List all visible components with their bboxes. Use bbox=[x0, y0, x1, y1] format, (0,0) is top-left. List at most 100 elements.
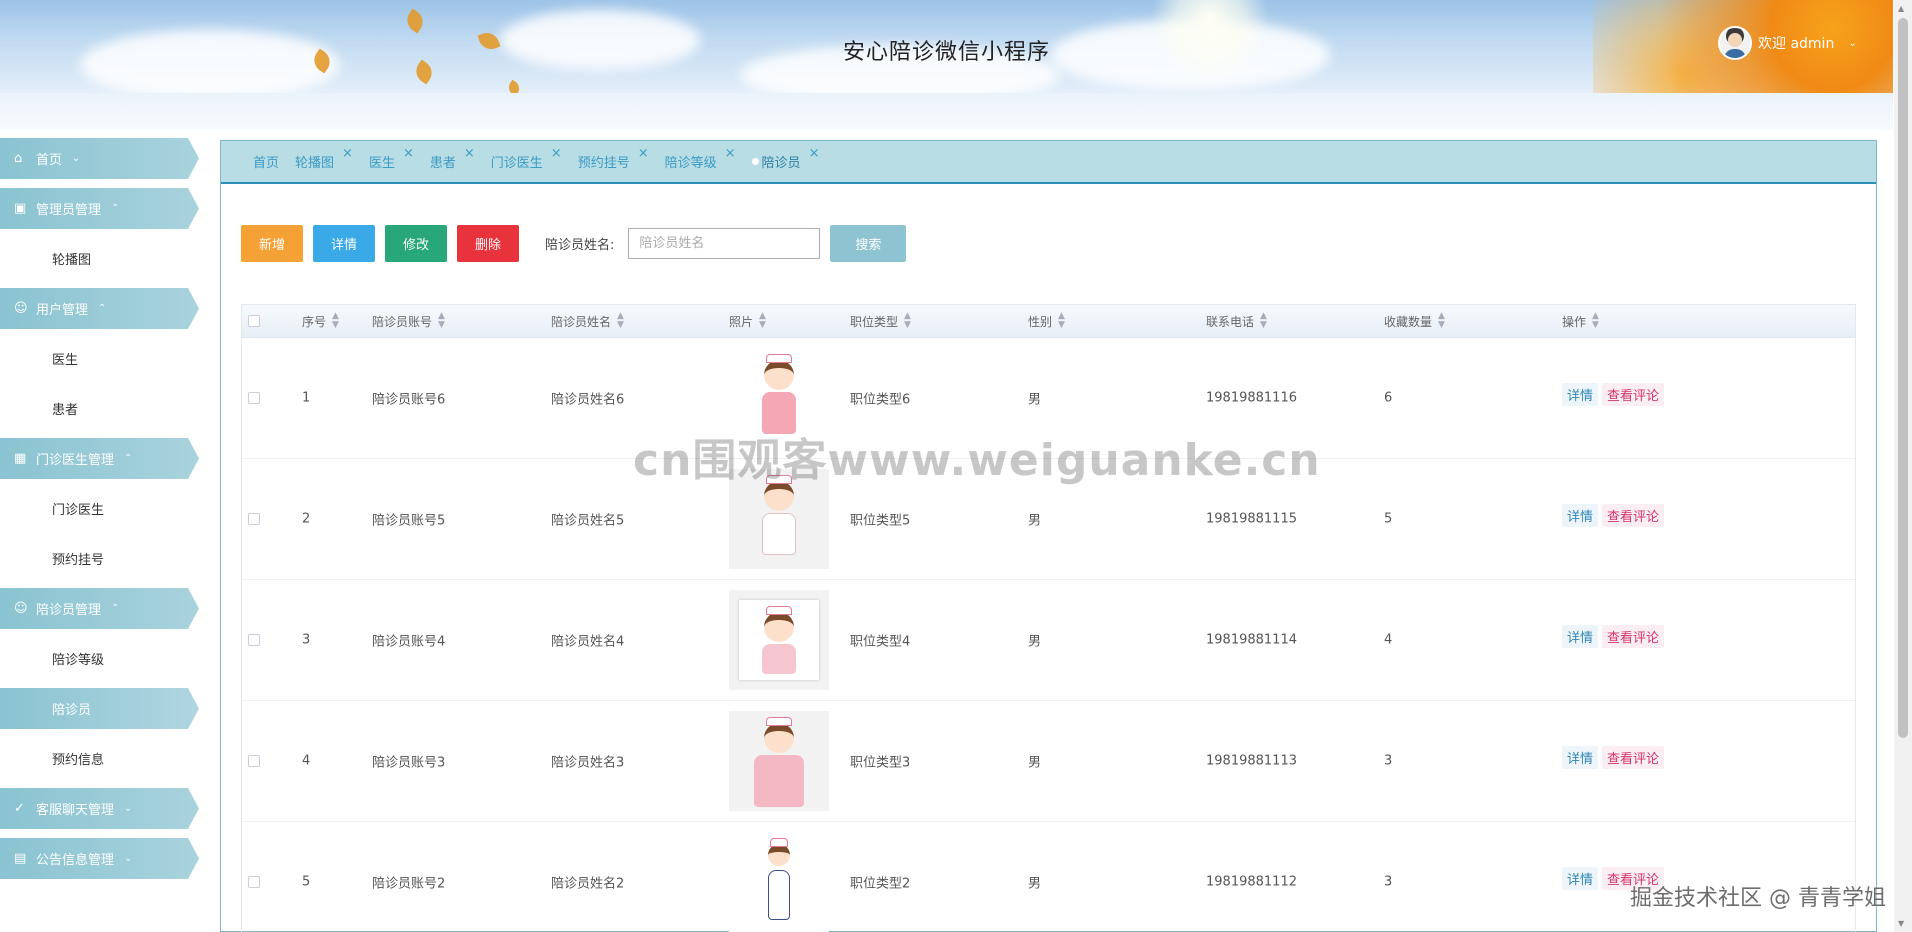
tab-patient[interactable]: 患者 × bbox=[429, 146, 475, 171]
column-header[interactable]: 照片 ▲ ▼ bbox=[729, 312, 766, 330]
table-row[interactable]: 4 陪诊员账号3 陪诊员姓名3 职位类型3 男 19819881113 3 详情… bbox=[242, 701, 1855, 822]
sidebar-item-booking-info[interactable]: 预约信息 bbox=[0, 738, 199, 779]
table-row[interactable]: 3 陪诊员账号4 陪诊员姓名4 职位类型4 男 19819881114 4 详情… bbox=[242, 580, 1855, 701]
row-checkbox[interactable] bbox=[248, 513, 260, 525]
sidebar-group-escort[interactable]: ☺ 陪诊员管理 ⌃ bbox=[0, 588, 199, 629]
column-header[interactable]: 序号 ▲ ▼ bbox=[302, 312, 339, 330]
delete-button[interactable]: 删除 bbox=[457, 225, 519, 262]
chevron-up-icon: ⌃ bbox=[124, 453, 133, 464]
cell-type: 职位类型5 bbox=[850, 513, 911, 529]
column-header[interactable]: 职位类型 ▲ ▼ bbox=[850, 312, 911, 330]
close-icon[interactable]: × bbox=[809, 146, 820, 161]
detail-button[interactable]: 详情 bbox=[313, 225, 375, 262]
column-header[interactable]: 联系电话 ▲ ▼ bbox=[1206, 312, 1267, 330]
sort-icon: ▲ ▼ bbox=[759, 311, 766, 330]
building-icon: ▦ bbox=[14, 451, 27, 466]
row-checkbox[interactable] bbox=[248, 392, 260, 404]
notice-icon: ▤ bbox=[14, 851, 27, 866]
row-comment-link[interactable]: 查看评论 bbox=[1602, 625, 1665, 649]
sidebar-item-escort-level[interactable]: 陪诊等级 bbox=[0, 638, 199, 679]
tab-home[interactable]: 首页 bbox=[253, 152, 279, 171]
sidebar-group-outpatient[interactable]: ▦ 门诊医生管理 ⌃ bbox=[0, 438, 199, 479]
column-label: 操作 bbox=[1562, 314, 1587, 329]
row-comment-link[interactable]: 查看评论 bbox=[1602, 383, 1665, 407]
row-checkbox[interactable] bbox=[248, 755, 260, 767]
select-all-checkbox[interactable] bbox=[248, 315, 260, 327]
user-icon: ☺ bbox=[14, 301, 28, 316]
sidebar-item-doctor[interactable]: 医生 bbox=[0, 338, 199, 379]
sidebar-group-users[interactable]: ☺ 用户管理 ⌃ bbox=[0, 288, 199, 329]
close-icon[interactable]: × bbox=[551, 146, 562, 161]
sidebar-item-patient[interactable]: 患者 bbox=[0, 388, 199, 429]
escort-table: 序号 ▲ ▼ 陪诊员账号 ▲ ▼ 陪诊员姓名 ▲ ▼ 照片 ▲ ▼ 职位类型 ▲ ▼ 性别 ▲ ▼ 联系… bbox=[241, 304, 1856, 932]
sidebar-group-admin[interactable]: ▣ 管理员管理 ⌃ bbox=[0, 188, 199, 229]
tab-appointment[interactable]: 预约挂号 × bbox=[577, 146, 649, 171]
sidebar-item-appointment[interactable]: 预约挂号 bbox=[0, 538, 199, 579]
edit-button[interactable]: 修改 bbox=[385, 225, 447, 262]
column-header[interactable]: 操作 ▲ ▼ bbox=[1562, 312, 1599, 330]
row-detail-link[interactable]: 详情 bbox=[1562, 504, 1599, 528]
scroll-down-icon[interactable]: ▼ bbox=[1898, 919, 1904, 928]
cell-no: 4 bbox=[302, 753, 311, 769]
column-header[interactable]: 收藏数量 ▲ ▼ bbox=[1384, 312, 1445, 330]
sidebar-item-outpatient-doctor[interactable]: 门诊医生 bbox=[0, 488, 199, 529]
header-strip bbox=[0, 93, 1893, 130]
tab-outpatient-doctor[interactable]: 门诊医生 × bbox=[491, 146, 562, 171]
sidebar-group-label: 用户管理 bbox=[36, 303, 89, 318]
chevron-down-icon: ⌄ bbox=[72, 153, 81, 164]
tab-label: 患者 bbox=[429, 156, 456, 171]
user-icon: ☺ bbox=[14, 601, 28, 616]
row-comment-link[interactable]: 查看评论 bbox=[1602, 504, 1665, 528]
tab-escort-level[interactable]: 陪诊等级 × bbox=[664, 146, 736, 171]
tab-label: 首页 bbox=[253, 156, 280, 171]
row-detail-link[interactable]: 详情 bbox=[1562, 383, 1599, 407]
page-scrollbar[interactable]: ▲ ▼ bbox=[1894, 0, 1912, 932]
row-detail-link[interactable]: 详情 bbox=[1562, 867, 1599, 891]
search-input[interactable] bbox=[628, 228, 821, 259]
welcome-text: 欢迎 admin bbox=[1758, 36, 1835, 52]
sidebar-group-chat[interactable]: ✓ 客服聊天管理 ⌄ bbox=[0, 788, 199, 829]
sort-icon: ▲ ▼ bbox=[904, 311, 911, 330]
close-icon[interactable]: × bbox=[464, 146, 475, 161]
sort-icon: ▲ ▼ bbox=[617, 311, 624, 330]
sidebar-group-label: 陪诊员管理 bbox=[36, 603, 102, 618]
close-icon[interactable]: × bbox=[403, 146, 414, 161]
close-icon[interactable]: × bbox=[725, 146, 736, 161]
search-button[interactable]: 搜索 bbox=[830, 225, 907, 262]
column-header[interactable]: 陪诊员账号 ▲ ▼ bbox=[372, 312, 445, 330]
admin-icon: ▣ bbox=[14, 201, 27, 216]
sidebar-group-home[interactable]: ⌂ 首页 ⌄ bbox=[0, 138, 199, 179]
close-icon[interactable]: × bbox=[342, 146, 353, 161]
tab-label: 医生 bbox=[368, 156, 395, 171]
app-header: 安心陪诊微信小程序 欢迎 admin ⌄ bbox=[0, 0, 1893, 93]
row-actions: 详情 查看评论 bbox=[1562, 383, 1665, 407]
column-header[interactable]: 性别 ▲ ▼ bbox=[1028, 312, 1065, 330]
sidebar-group-notice[interactable]: ▤ 公告信息管理 ⌄ bbox=[0, 838, 199, 879]
chevron-down-icon: ⌄ bbox=[124, 853, 133, 864]
row-checkbox[interactable] bbox=[248, 634, 260, 646]
main-panel: 首页 轮播图 × 医生 × 患者 × 门诊医生 × 预约挂号 × 陪诊等级 × 陪诊员 × 新… bbox=[220, 140, 1877, 932]
tab-doctor[interactable]: 医生 × bbox=[368, 146, 414, 171]
toolbar: 新增 详情 修改 删除 陪诊员姓名: 搜索 bbox=[241, 225, 907, 262]
sidebar: ⌂ 首页 ⌄ ▣ 管理员管理 ⌃ 轮播图 ☺ 用户管理 ⌃ 医生 患者 ▦ 门诊… bbox=[0, 138, 205, 888]
tab-escort[interactable]: 陪诊员 × bbox=[751, 146, 819, 171]
table-row[interactable]: 5 陪诊员账号2 陪诊员姓名2 职位类型2 男 19819881112 3 详情… bbox=[242, 822, 1855, 932]
user-menu[interactable]: 欢迎 admin ⌄ bbox=[1718, 26, 1857, 60]
row-detail-link[interactable]: 详情 bbox=[1562, 625, 1599, 649]
row-checkbox[interactable] bbox=[248, 876, 260, 888]
sidebar-item-escort[interactable]: 陪诊员 bbox=[0, 688, 199, 729]
cell-no: 5 bbox=[302, 874, 311, 890]
scrollbar-thumb[interactable] bbox=[1898, 18, 1908, 738]
close-icon[interactable]: × bbox=[638, 146, 649, 161]
tab-label: 预约挂号 bbox=[577, 156, 630, 171]
tab-label: 陪诊等级 bbox=[664, 156, 717, 171]
sidebar-item-carousel[interactable]: 轮播图 bbox=[0, 238, 199, 279]
scroll-up-icon[interactable]: ▲ bbox=[1898, 4, 1904, 13]
tab-carousel[interactable]: 轮播图 × bbox=[295, 146, 353, 171]
row-comment-link[interactable]: 查看评论 bbox=[1602, 746, 1665, 770]
row-detail-link[interactable]: 详情 bbox=[1562, 746, 1599, 770]
home-icon: ⌂ bbox=[14, 151, 23, 166]
column-header[interactable]: 陪诊员姓名 ▲ ▼ bbox=[551, 312, 624, 330]
cell-no: 3 bbox=[302, 632, 311, 648]
add-button[interactable]: 新增 bbox=[241, 225, 303, 262]
